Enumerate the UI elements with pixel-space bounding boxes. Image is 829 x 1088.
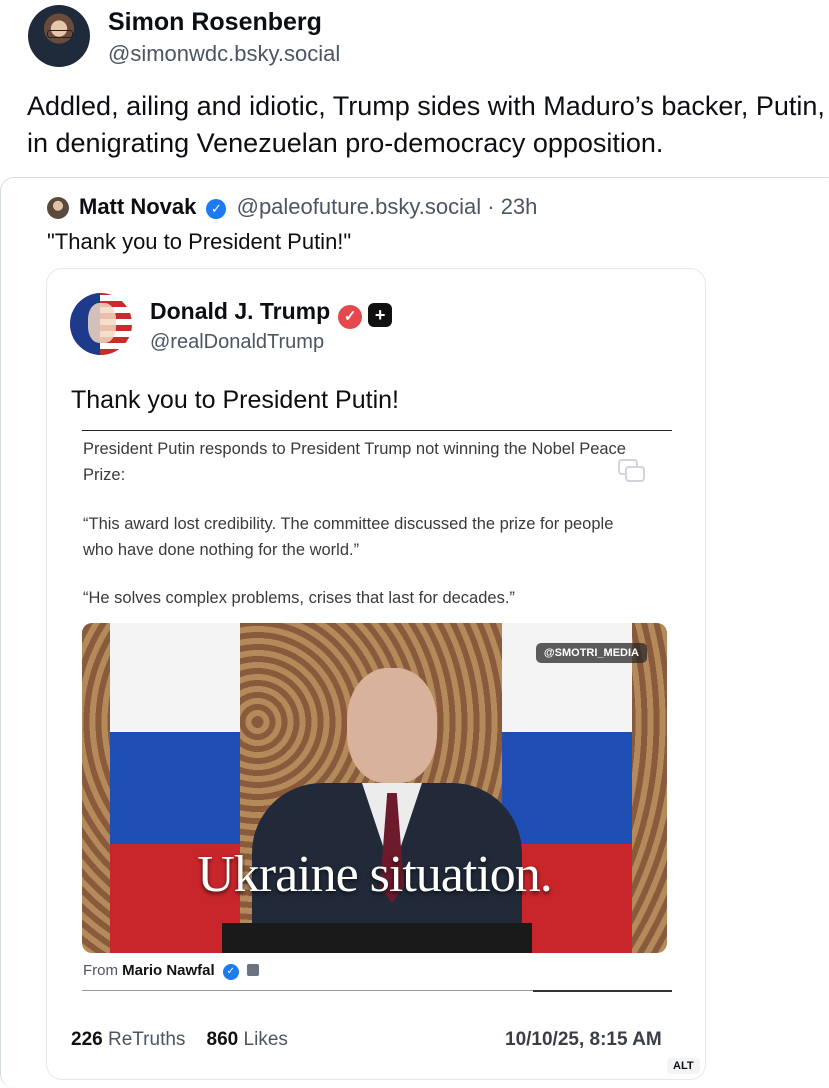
truth-author-name: Donald J. Trump [150,298,331,324]
quote-author-line: Matt Novak ✓ @paleofuture.bsky.social · … [79,194,537,220]
podium [222,923,532,953]
retruths-count: 226 [71,1029,103,1050]
embed-divider-bottom-accent [533,990,672,992]
source-verified-icon: ✓ [222,964,239,980]
video-caption: Ukraine situation. [197,846,553,903]
likes-label: Likes [243,1029,288,1050]
author-name[interactable]: Simon Rosenberg [108,8,322,37]
from-label: From [83,962,118,979]
truth-author-handle: @realDonaldTrump [150,331,325,353]
truth-text: Thank you to President Putin! [71,386,399,414]
truth-timestamp: 10/10/25, 8:15 AM [505,1029,662,1050]
source-flag-icon [247,964,260,976]
alt-badge[interactable]: ALT [667,1058,700,1074]
quote-author-avatar[interactable] [47,197,69,219]
embed-source: From Mario Nawfal ✓ [83,962,260,980]
truth-author-line: Donald J. Trump ✓ + [150,298,393,329]
author-handle[interactable]: @simonwdc.bsky.social [108,41,340,67]
from-name: Mario Nawfal [122,962,215,979]
embed-paragraph-2: “This award lost credibility. The commit… [83,515,614,559]
truth-verified-icon: ✓ [338,305,363,329]
embed-paragraph-3: “He solves complex problems, crises that… [83,589,515,607]
author-avatar[interactable] [28,5,90,67]
verified-badge-icon: ✓ [206,199,227,219]
truth-stats: 226 ReTruths 860 Likes [71,1029,288,1051]
video-watermark: @SMOTRI_MEDIA [535,643,647,663]
quote-author-name[interactable]: Matt Novak [79,194,196,219]
embedded-video[interactable]: @SMOTRI_MEDIA Ukraine situation. [82,623,667,953]
likes-count: 860 [206,1029,239,1050]
embed-paragraph-1: President Putin responds to President Tr… [83,440,626,484]
embed-divider-top [82,430,672,431]
copy-icon [618,459,645,482]
speaker-figure [252,663,522,953]
truth-author-avatar [70,293,132,355]
truth-plus-icon: + [368,303,393,327]
quote-time[interactable]: 23h [501,194,538,219]
post-text: Addled, ailing and idiotic, Trump sides … [27,91,825,158]
quote-text: "Thank you to President Putin!" [47,229,352,254]
quote-author-handle[interactable]: @paleofuture.bsky.social [237,194,482,219]
quote-time-separator: · [487,194,495,219]
retruths-label: ReTruths [107,1029,186,1050]
